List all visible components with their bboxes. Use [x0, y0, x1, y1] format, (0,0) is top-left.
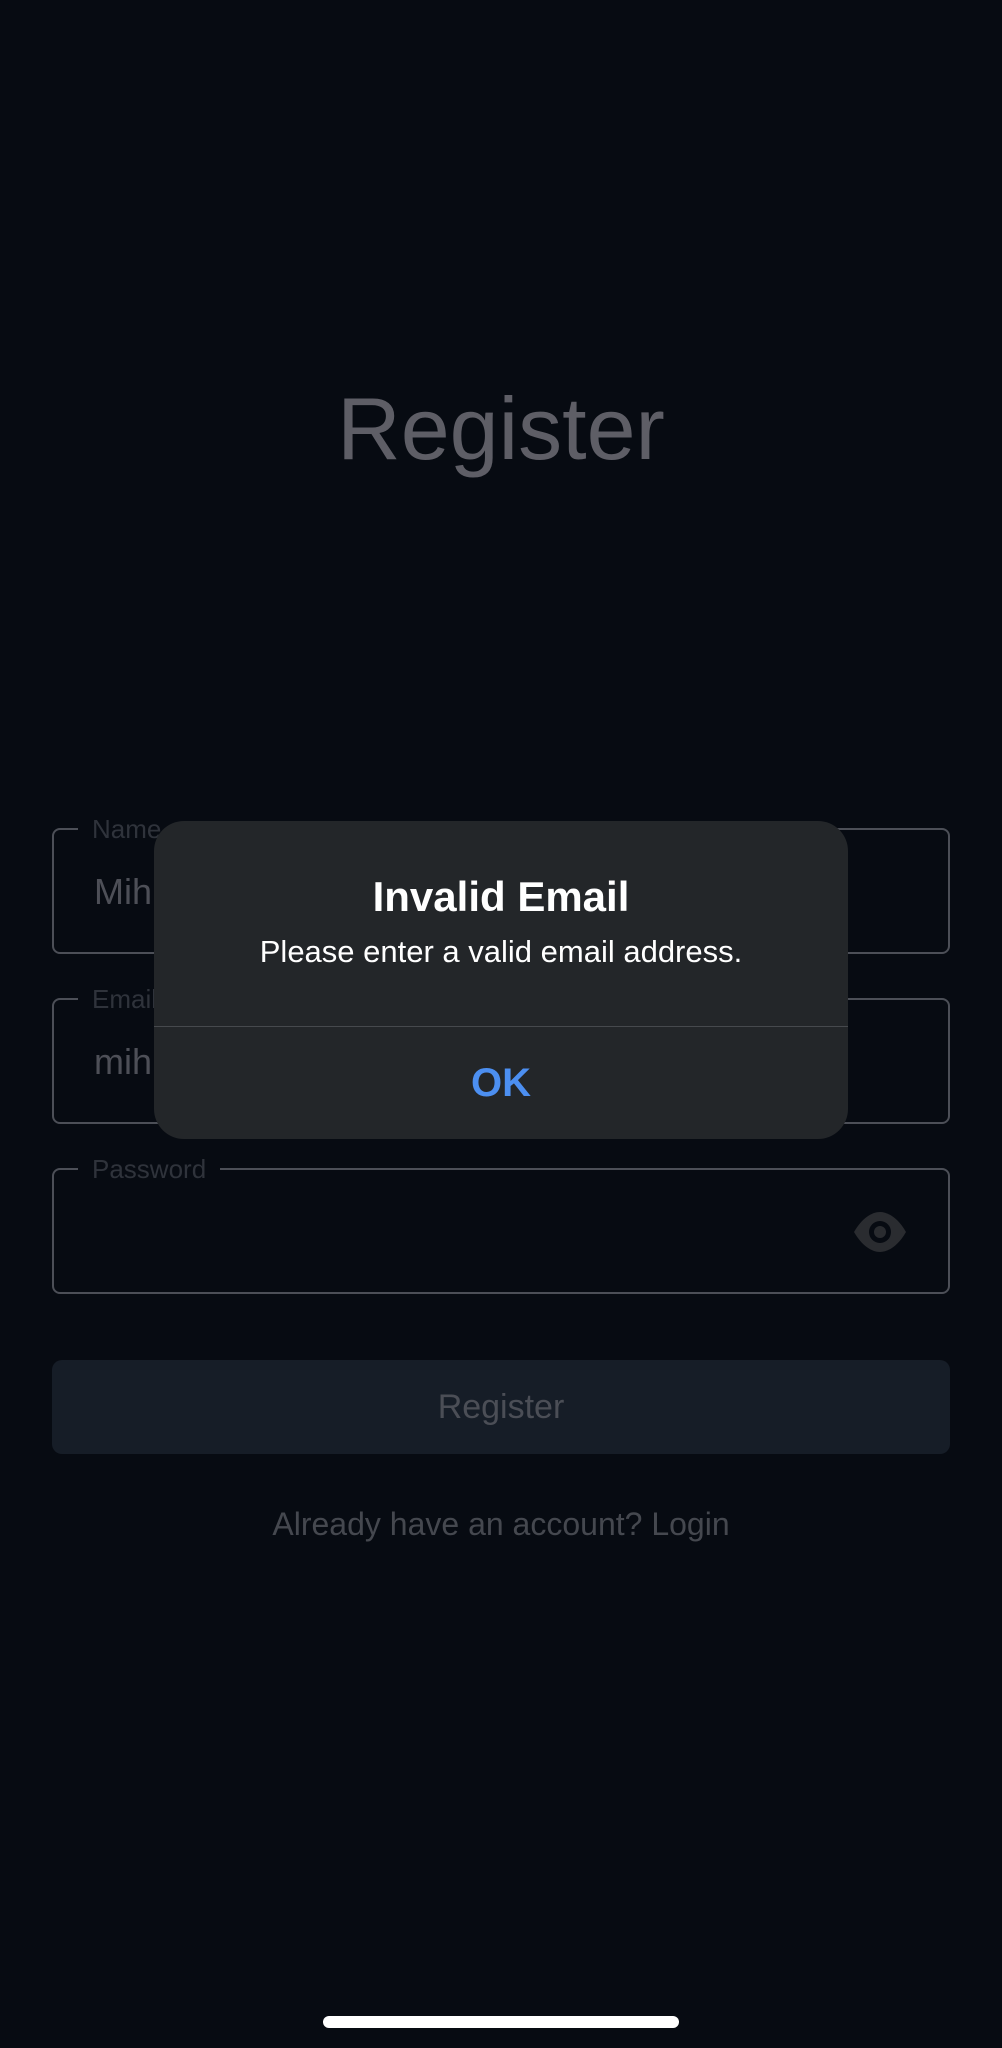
alert-title: Invalid Email: [372, 873, 630, 920]
register-button[interactable]: Register: [52, 1360, 950, 1454]
name-field-value: Mih: [94, 871, 153, 912]
email-field-value: mih: [94, 1041, 153, 1082]
register-screen: Register Name Mih Email mih Password Reg…: [0, 0, 1002, 2048]
password-field-label: Password: [78, 1154, 221, 1184]
alert-message: Please enter a valid email address.: [259, 934, 743, 969]
eye-icon[interactable]: [852, 1210, 908, 1254]
password-field[interactable]: Password: [52, 1154, 950, 1294]
home-indicator[interactable]: [323, 2016, 679, 2028]
ok-button[interactable]: OK: [154, 1027, 848, 1139]
invalid-email-alert: Invalid Email Please enter a valid email…: [154, 821, 848, 1139]
page-title: Register: [337, 379, 665, 478]
login-link[interactable]: Already have an account? Login: [0, 1504, 1002, 1544]
